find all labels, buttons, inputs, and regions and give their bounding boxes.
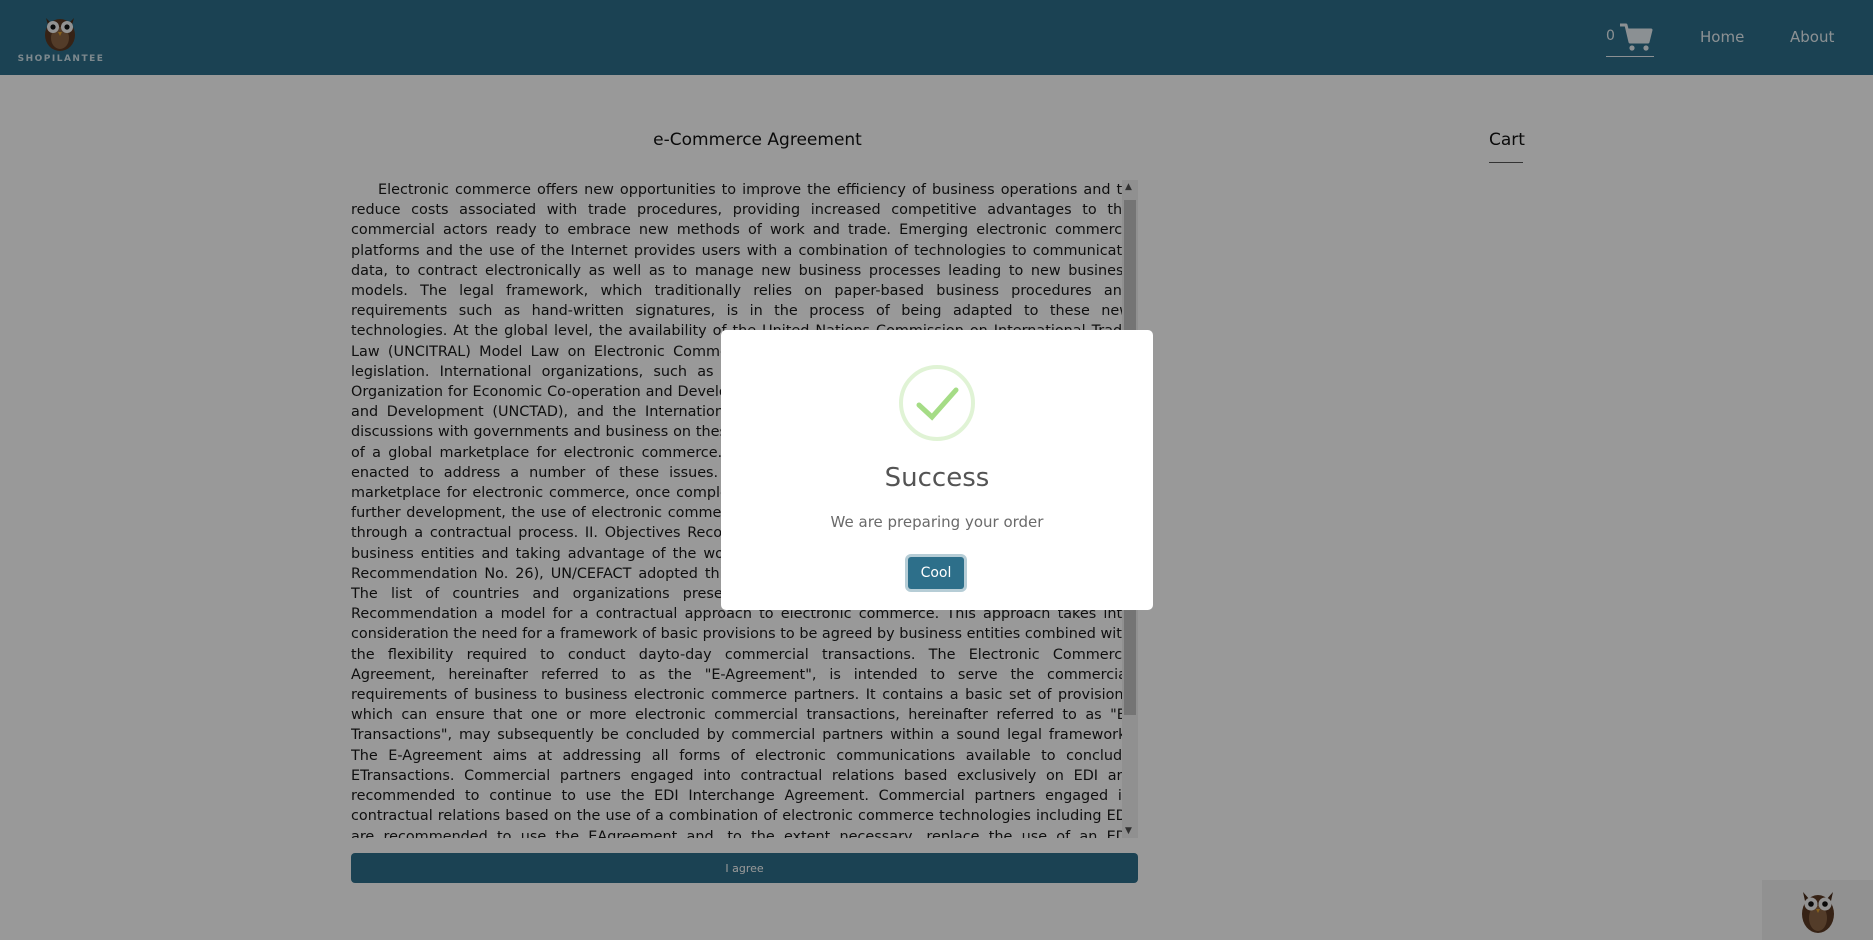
cool-button[interactable]: Cool (908, 557, 964, 589)
success-check-icon (899, 365, 975, 441)
modal-message: We are preparing your order (830, 513, 1044, 531)
modal-title: Success (884, 463, 990, 493)
success-modal: Success We are preparing your order Cool (721, 330, 1153, 610)
